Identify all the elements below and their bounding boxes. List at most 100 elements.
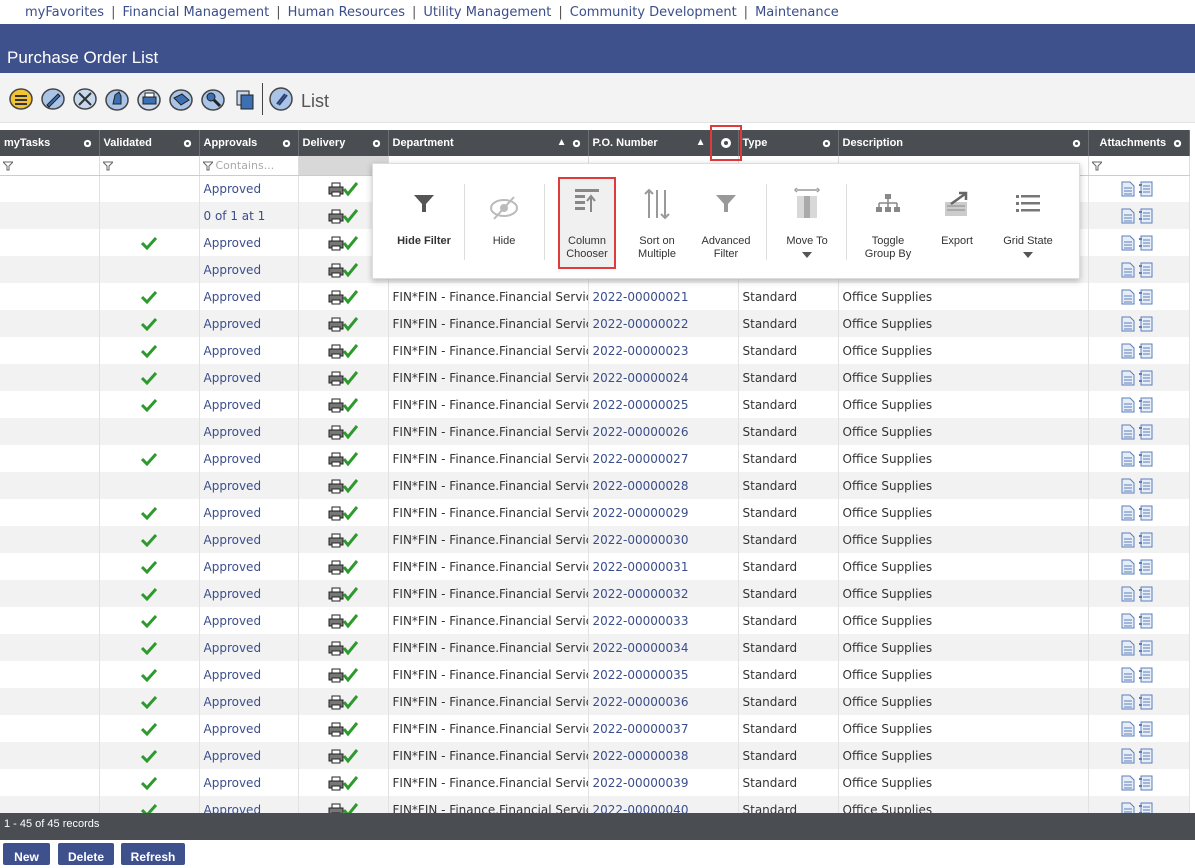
- approvals-cell[interactable]: Approved: [199, 391, 299, 418]
- tools-icon[interactable]: [200, 86, 226, 112]
- move-to-option[interactable]: Move To: [773, 164, 841, 280]
- table-row[interactable]: Approved FIN*FIN - Finance.Financial Serv…: [0, 499, 1190, 526]
- delivery-cell[interactable]: [298, 391, 389, 418]
- notes-icon[interactable]: [1138, 721, 1153, 737]
- po-number-link[interactable]: 2022-00000038: [593, 749, 689, 763]
- attachments-cell[interactable]: [1088, 715, 1190, 742]
- nav-maintenance[interactable]: Maintenance: [755, 5, 839, 20]
- table-row[interactable]: Approved FIN*FIN - Finance.Financial Serv…: [0, 553, 1190, 580]
- approval-status-link[interactable]: Approved: [204, 614, 262, 628]
- approvals-cell[interactable]: Approved: [199, 310, 299, 337]
- document-icon[interactable]: [1121, 181, 1135, 197]
- filter-cell-approvals[interactable]: Contains...: [199, 156, 299, 176]
- po-number-cell[interactable]: 2022-00000032: [588, 580, 739, 607]
- notes-icon[interactable]: [1138, 802, 1153, 814]
- document-icon[interactable]: [1121, 559, 1135, 575]
- grid-state-option[interactable]: Grid State: [993, 164, 1063, 280]
- table-row[interactable]: Approved FIN*FIN - Finance.Financial Serv…: [0, 310, 1190, 337]
- delivery-cell[interactable]: [298, 742, 389, 769]
- notes-icon[interactable]: [1138, 478, 1153, 494]
- approvals-cell[interactable]: Approved: [199, 418, 299, 445]
- column-header-department[interactable]: Department ▲: [388, 130, 589, 156]
- approval-status-link[interactable]: Approved: [204, 425, 262, 439]
- approvals-cell[interactable]: Approved: [199, 769, 299, 796]
- sort-on-multiple-option[interactable]: Sort on Multiple: [625, 164, 689, 280]
- notes-icon[interactable]: [1138, 532, 1153, 548]
- approval-status-link[interactable]: Approved: [204, 344, 262, 358]
- approval-status-link[interactable]: Approved: [204, 371, 262, 385]
- gear-icon[interactable]: [1172, 138, 1183, 149]
- attachments-cell[interactable]: [1088, 796, 1190, 814]
- attachments-cell[interactable]: [1088, 688, 1190, 715]
- nav-myfavorites[interactable]: myFavorites: [25, 5, 104, 20]
- table-row[interactable]: Approved FIN*FIN - Finance.Financial Serv…: [0, 283, 1190, 310]
- document-icon[interactable]: [1121, 667, 1135, 683]
- delivery-cell[interactable]: [298, 688, 389, 715]
- table-row[interactable]: Approved FIN*FIN - Finance.Financial Serv…: [0, 688, 1190, 715]
- approval-status-link[interactable]: Approved: [204, 506, 262, 520]
- table-row[interactable]: Approved FIN*FIN - Finance.Financial Serv…: [0, 769, 1190, 796]
- po-number-cell[interactable]: 2022-00000021: [588, 283, 739, 310]
- delivery-cell[interactable]: [298, 364, 389, 391]
- po-number-link[interactable]: 2022-00000032: [593, 587, 689, 601]
- attachments-cell[interactable]: [1088, 229, 1190, 256]
- notes-icon[interactable]: [1138, 586, 1153, 602]
- delivery-cell[interactable]: [298, 283, 389, 310]
- approval-status-link[interactable]: Approved: [204, 587, 262, 601]
- notes-icon[interactable]: [1138, 289, 1153, 305]
- table-row[interactable]: Approved FIN*FIN - Finance.Financial Serv…: [0, 607, 1190, 634]
- approval-status-link[interactable]: Approved: [204, 236, 262, 250]
- notes-icon[interactable]: [1138, 640, 1153, 656]
- gear-icon[interactable]: [371, 138, 382, 149]
- filter-cell-mytasks[interactable]: [0, 156, 100, 176]
- po-number-cell[interactable]: 2022-00000040: [588, 796, 739, 814]
- document-icon[interactable]: [1121, 208, 1135, 224]
- approvals-cell[interactable]: Approved: [199, 742, 299, 769]
- approval-status-link[interactable]: Approved: [204, 776, 262, 790]
- attachments-cell[interactable]: [1088, 364, 1190, 391]
- po-number-link[interactable]: 2022-00000030: [593, 533, 689, 547]
- po-number-link[interactable]: 2022-00000026: [593, 425, 689, 439]
- print-icon[interactable]: [136, 86, 162, 112]
- attachments-cell[interactable]: [1088, 445, 1190, 472]
- po-number-cell[interactable]: 2022-00000039: [588, 769, 739, 796]
- column-header-mytasks[interactable]: myTasks: [0, 130, 100, 156]
- approval-status-link[interactable]: 0 of 1 at 1: [204, 209, 266, 223]
- document-icon[interactable]: [1121, 694, 1135, 710]
- attachments-cell[interactable]: [1088, 580, 1190, 607]
- gear-icon[interactable]: [821, 138, 832, 149]
- po-number-link[interactable]: 2022-00000025: [593, 398, 689, 412]
- copy-icon[interactable]: [232, 86, 258, 112]
- document-icon[interactable]: [1121, 532, 1135, 548]
- approvals-cell[interactable]: Approved: [199, 553, 299, 580]
- document-icon[interactable]: [1121, 289, 1135, 305]
- po-number-gear-highlight[interactable]: [710, 125, 742, 161]
- delivery-cell[interactable]: [298, 472, 389, 499]
- approval-status-link[interactable]: Approved: [204, 803, 262, 814]
- po-number-link[interactable]: 2022-00000040: [593, 803, 689, 814]
- approvals-cell[interactable]: Approved: [199, 688, 299, 715]
- po-number-cell[interactable]: 2022-00000037: [588, 715, 739, 742]
- delivery-cell[interactable]: [298, 418, 389, 445]
- notes-icon[interactable]: [1138, 505, 1153, 521]
- new-button[interactable]: New: [3, 843, 50, 865]
- approvals-cell[interactable]: Approved: [199, 283, 299, 310]
- hide-option[interactable]: Hide: [468, 164, 540, 280]
- document-icon[interactable]: [1121, 802, 1135, 814]
- po-number-link[interactable]: 2022-00000023: [593, 344, 689, 358]
- po-number-link[interactable]: 2022-00000033: [593, 614, 689, 628]
- attachments-cell[interactable]: [1088, 337, 1190, 364]
- delivery-cell[interactable]: [298, 607, 389, 634]
- hide-filter-option[interactable]: Hide Filter: [385, 164, 463, 280]
- approval-status-link[interactable]: Approved: [204, 479, 262, 493]
- po-number-cell[interactable]: 2022-00000027: [588, 445, 739, 472]
- notes-icon[interactable]: [1138, 262, 1153, 278]
- po-number-cell[interactable]: 2022-00000022: [588, 310, 739, 337]
- attachments-cell[interactable]: [1088, 499, 1190, 526]
- toggle-group-by-option[interactable]: Toggle Group By: [855, 164, 921, 280]
- document-icon[interactable]: [1121, 721, 1135, 737]
- approval-status-link[interactable]: Approved: [204, 290, 262, 304]
- approvals-cell[interactable]: Approved: [199, 472, 299, 499]
- document-icon[interactable]: [1121, 505, 1135, 521]
- gear-button[interactable]: [717, 133, 735, 153]
